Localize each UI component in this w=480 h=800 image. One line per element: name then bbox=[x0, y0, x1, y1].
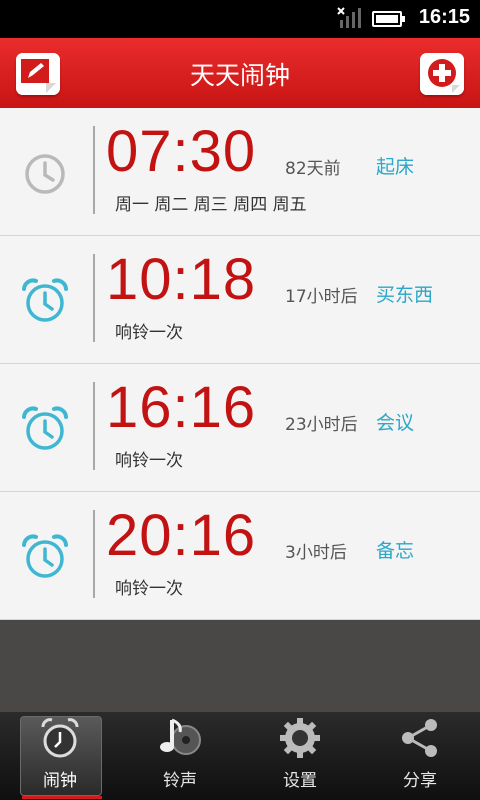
tab-label: 铃声 bbox=[163, 771, 197, 791]
alarm-row[interactable]: 20:16 3小时后 备忘 响铃一次 bbox=[0, 492, 480, 620]
alarm-time: 07:30 bbox=[106, 119, 257, 184]
battery-icon bbox=[372, 11, 405, 27]
alarm-relative-time: 23小时后 bbox=[285, 415, 358, 435]
bottom-tab-bar: 闹钟 铃声 设置 分享 bbox=[0, 712, 480, 800]
alarm-relative-time: 3小时后 bbox=[285, 543, 347, 563]
alarm-time: 16:16 bbox=[106, 375, 257, 440]
tab-label: 设置 bbox=[283, 771, 317, 791]
tab-share[interactable]: 分享 bbox=[360, 712, 480, 800]
row-divider bbox=[93, 382, 95, 470]
gear-icon bbox=[280, 718, 320, 758]
signal-icon bbox=[337, 7, 361, 28]
alarm-relative-time: 17小时后 bbox=[285, 287, 358, 307]
alarm-label: 备忘 bbox=[376, 540, 415, 562]
alarm-repeat: 响铃一次 bbox=[115, 579, 183, 599]
alarm-row[interactable]: 16:16 23小时后 会议 响铃一次 bbox=[0, 364, 480, 492]
alarm-clock-icon bbox=[22, 534, 68, 578]
title-bar: 天天闹钟 bbox=[0, 38, 480, 108]
alarm-list: 07:30 82天前 起床 周一 周二 周三 周四 周五 10:18 17小时后… bbox=[0, 108, 480, 620]
page-title: 天天闹钟 bbox=[189, 61, 290, 90]
alarm-time: 20:16 bbox=[106, 503, 257, 568]
alarm-repeat: 响铃一次 bbox=[115, 451, 183, 471]
alarm-row[interactable]: 07:30 82天前 起床 周一 周二 周三 周四 周五 bbox=[0, 108, 480, 236]
tab-active-indicator bbox=[22, 796, 102, 799]
add-icon bbox=[420, 53, 464, 95]
alarm-time: 10:18 bbox=[106, 247, 257, 312]
row-divider bbox=[93, 510, 95, 598]
tab-label: 分享 bbox=[403, 771, 437, 791]
alarm-clock-icon bbox=[41, 718, 79, 758]
status-bar: 16:15 bbox=[0, 0, 480, 38]
alarm-relative-time: 82天前 bbox=[285, 159, 341, 179]
add-alarm-button[interactable] bbox=[420, 53, 464, 95]
share-icon bbox=[402, 719, 437, 757]
tab-alarm[interactable]: 闹钟 bbox=[0, 712, 120, 800]
row-divider bbox=[93, 126, 95, 214]
tab-label: 闹钟 bbox=[43, 771, 77, 791]
alarm-disabled-icon bbox=[25, 154, 65, 194]
alarm-label: 起床 bbox=[376, 156, 415, 178]
tab-settings[interactable]: 设置 bbox=[240, 712, 360, 800]
alarm-row[interactable]: 10:18 17小时后 买东西 响铃一次 bbox=[0, 236, 480, 364]
tab-ringtone[interactable]: 铃声 bbox=[120, 712, 240, 800]
alarm-clock-icon bbox=[22, 406, 68, 450]
alarm-label: 会议 bbox=[376, 412, 415, 434]
alarm-repeat: 响铃一次 bbox=[115, 323, 183, 343]
alarm-label: 买东西 bbox=[376, 284, 434, 306]
status-time: 16:15 bbox=[418, 6, 470, 28]
music-note-icon bbox=[160, 718, 201, 755]
alarm-clock-icon bbox=[22, 278, 68, 322]
row-divider bbox=[93, 254, 95, 342]
alarm-repeat: 周一 周二 周三 周四 周五 bbox=[115, 195, 307, 215]
